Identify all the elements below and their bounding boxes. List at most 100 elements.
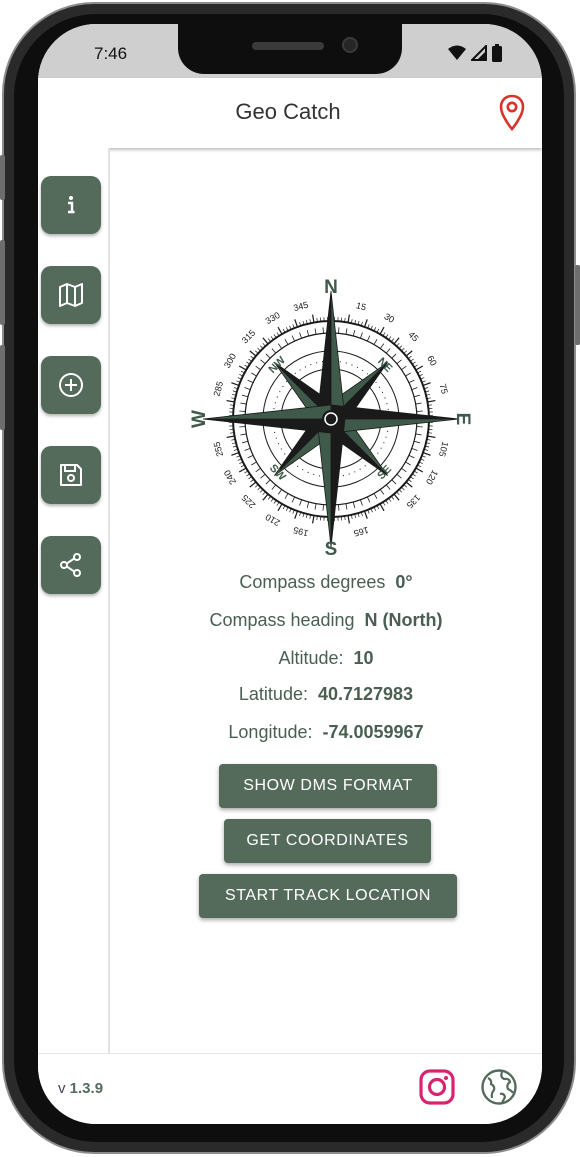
compass-tick [251, 461, 257, 466]
sidebar-item-save[interactable] [41, 446, 101, 504]
compass-tick [385, 484, 391, 490]
compass-tick [345, 328, 348, 335]
compass-tick [284, 493, 289, 499]
compass-tick [262, 493, 269, 501]
location-pin-icon[interactable] [498, 94, 526, 132]
compass-tick [413, 440, 420, 444]
phone-side-button [0, 155, 5, 200]
compass-cardinal-label: W [189, 410, 210, 428]
compass-cardinal-point [330, 404, 460, 420]
compass-tick [277, 503, 283, 512]
start-track-location-button[interactable]: START TRACK LOCATION [199, 874, 457, 918]
compass-cardinal-point [330, 418, 460, 434]
battery-icon [492, 44, 502, 62]
compass-heading-label: Compass heading [209, 610, 355, 630]
compass-degree-label: 300 [222, 352, 238, 370]
compass-tick [250, 355, 254, 359]
compass-tick [226, 400, 235, 403]
altitude-value: 10 [353, 648, 374, 668]
globe-icon[interactable] [480, 1068, 518, 1106]
compass-cardinal-point [202, 418, 332, 434]
longitude-row: Longitude: -74.0059967 [110, 722, 542, 743]
screen: 7:46 Geo Catch 15 30 45 60 75 105 120 13… [38, 24, 542, 1124]
compass-tick [267, 338, 271, 342]
compass-tick [393, 337, 400, 345]
sidebar-item-map[interactable] [41, 266, 101, 324]
compass-degree-label: 75 [438, 383, 450, 395]
app-bar: Geo Catch [38, 78, 542, 148]
compass-tick [226, 435, 235, 438]
version-text: v 1.3.9 [58, 1080, 103, 1097]
compass-tick [385, 334, 389, 338]
compass-tick [352, 501, 356, 508]
compass-tick [262, 342, 266, 347]
status-bar: 7:46 [38, 24, 542, 78]
compass-tick [239, 410, 246, 412]
compass-degree-label: 60 [425, 354, 439, 368]
compass-degree-label: 195 [292, 525, 309, 539]
instagram-icon[interactable] [418, 1068, 456, 1106]
compass-tick [391, 496, 395, 500]
front-camera [342, 37, 358, 53]
compass-tick [411, 387, 418, 390]
compass-tick [257, 347, 261, 352]
compass-cardinal-point [330, 290, 346, 420]
compass-tick [246, 473, 250, 477]
compass-tick [388, 336, 392, 340]
compass-tick [271, 348, 277, 354]
version-prefix: v [58, 1080, 66, 1097]
compass-degree-label: 105 [437, 441, 451, 458]
compass-tick [294, 319, 299, 328]
sidebar-item-info[interactable] [41, 176, 101, 234]
compass-tick [267, 496, 271, 500]
sidebar-item-share[interactable] [41, 536, 101, 594]
compass-tick [314, 503, 317, 510]
compass-tick [238, 365, 247, 371]
compass-tick [347, 314, 350, 323]
compass-tick [306, 501, 310, 508]
signal-icon [471, 45, 487, 61]
compass-tick [360, 332, 363, 339]
compass-tick [408, 479, 412, 483]
altitude-row: Altitude: 10 [110, 648, 542, 669]
compass-degrees-row: Compass degrees 0° [110, 572, 542, 593]
compass-tick [405, 481, 413, 488]
compass-tick [270, 336, 274, 340]
get-coordinates-button[interactable]: GET COORDINATES [224, 819, 431, 863]
compass-degree-label: 165 [353, 525, 370, 539]
speaker [252, 42, 324, 50]
compass-degree-label: 225 [240, 493, 258, 511]
compass-tick [314, 328, 317, 335]
compass-tick [259, 345, 264, 349]
compass-tick [257, 486, 261, 491]
compass-tick [415, 402, 422, 405]
compass-tick [249, 481, 257, 488]
sidebar [38, 148, 110, 1053]
compass-tick [415, 433, 422, 436]
sidebar-item-add[interactable] [41, 356, 101, 414]
compass-tick [405, 350, 413, 357]
compass-degree-label: 210 [264, 512, 282, 528]
compass-tick [410, 358, 414, 362]
compass-tick [306, 330, 310, 337]
compass-tick [388, 498, 392, 502]
compass-degree-label: 120 [424, 468, 440, 486]
compass-tick [273, 334, 277, 338]
longitude-label: Longitude: [228, 722, 313, 742]
compass-tick [391, 353, 397, 359]
compass-tick [254, 350, 259, 354]
compass-tick [401, 486, 405, 491]
compass-tick [260, 359, 266, 365]
compass-tick [385, 348, 391, 354]
show-dms-format-button[interactable]: SHOW DMS FORMAT [219, 764, 437, 808]
compass-tick [408, 379, 415, 384]
compass-tick [347, 515, 350, 524]
compass-tick [284, 339, 289, 345]
compass-tick [396, 491, 400, 496]
compass-tick [422, 382, 431, 387]
plus-circle-icon [59, 373, 83, 397]
compass-tick [242, 440, 249, 444]
altitude-label: Altitude: [278, 648, 344, 668]
compass-tick [413, 394, 420, 398]
longitude-value: -74.0059967 [322, 722, 424, 742]
